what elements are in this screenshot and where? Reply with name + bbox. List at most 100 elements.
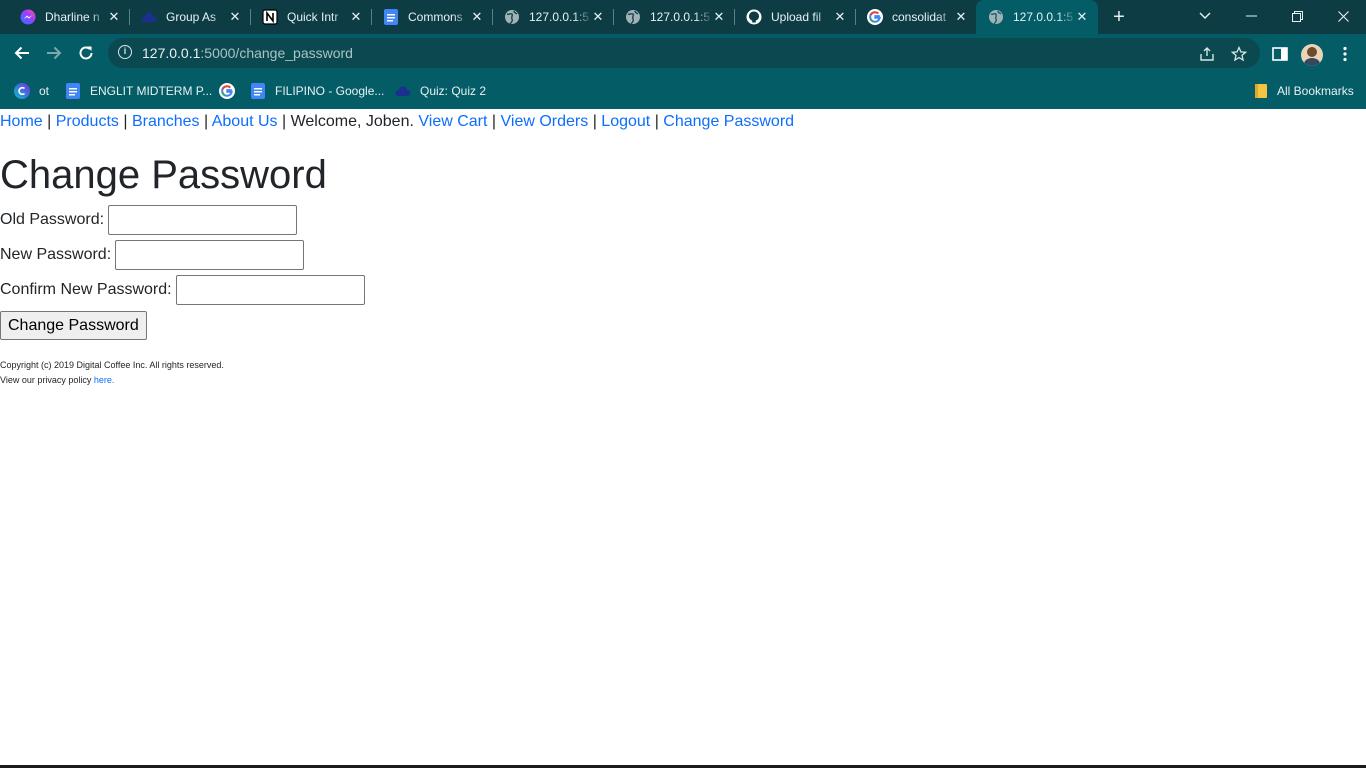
reload-button[interactable]	[73, 40, 99, 66]
nav-separator: |	[204, 113, 209, 130]
bookmark-item[interactable]: Quiz: Quiz 2	[395, 72, 486, 109]
chevron-down-icon	[1199, 12, 1211, 19]
nav-separator: |	[123, 113, 128, 130]
bookmark-item[interactable]	[219, 72, 244, 109]
nav-separator: |	[654, 113, 659, 130]
nav-view-cart-link[interactable]: View Cart	[418, 113, 487, 130]
new-tab-button[interactable]: +	[1108, 6, 1130, 28]
nav-logout-link[interactable]: Logout	[601, 113, 650, 130]
arrow-right-icon	[47, 46, 62, 60]
nav-separator: |	[592, 113, 597, 130]
bookmark-item[interactable]: ENGLIT MIDTERM P...	[65, 72, 212, 109]
minimize-icon	[1245, 15, 1257, 17]
nav-products-link[interactable]: Products	[56, 113, 119, 130]
nav-separator: |	[281, 113, 287, 130]
browser-tab[interactable]: Quick Intr ✕	[242, 0, 372, 34]
tab-title: 127.0.0.1:5	[1013, 10, 1074, 24]
new-password-input[interactable]	[115, 240, 305, 270]
browser-tab[interactable]: Dharline n ✕	[0, 0, 130, 34]
footer: Copyright (c) 2019 Digital Coffee Inc. A…	[0, 358, 224, 388]
close-icon[interactable]: ✕	[590, 9, 606, 25]
github-icon	[746, 9, 762, 25]
url-text[interactable]: 127.0.0.1:5000/change_password	[142, 45, 353, 61]
close-icon[interactable]: ✕	[711, 9, 727, 25]
side-panel-icon[interactable]	[1270, 44, 1290, 64]
site-info-icon[interactable]: i	[118, 45, 132, 59]
profile-avatar[interactable]	[1301, 44, 1323, 66]
privacy-line: View our privacy policy here.	[0, 373, 224, 388]
cloud-icon	[141, 9, 157, 25]
close-window-button[interactable]	[1320, 0, 1366, 32]
restore-icon	[1291, 10, 1303, 22]
browser-toolbar: i 127.0.0.1:5000/change_password	[0, 34, 1366, 72]
reload-icon	[79, 46, 93, 60]
privacy-text: View our privacy policy	[0, 375, 92, 385]
minimize-button[interactable]	[1228, 0, 1274, 32]
google-docs-icon	[383, 9, 399, 25]
bookmark-item[interactable]: ot	[14, 72, 49, 109]
copyright-text: Copyright (c) 2019 Digital Coffee Inc. A…	[0, 360, 224, 370]
browser-tab[interactable]: 127.0.0.1:5 ✕	[605, 0, 735, 34]
browser-tab[interactable]: 127.0.0.1:5 ✕	[484, 0, 614, 34]
site-nav: Home | Products | Branches | About Us | …	[0, 112, 794, 132]
old-password-label: Old Password:	[0, 211, 105, 228]
tab-title: Quick Intr	[287, 10, 339, 24]
bookmark-star-icon[interactable]	[1230, 45, 1248, 63]
browser-tab[interactable]: consolidat ✕	[847, 0, 977, 34]
close-icon[interactable]: ✕	[348, 9, 364, 25]
address-bar[interactable]: i 127.0.0.1:5000/change_password	[108, 38, 1260, 68]
tab-title: Upload fil	[771, 10, 822, 24]
forward-button[interactable]	[41, 40, 67, 66]
nav-home-link[interactable]: Home	[0, 113, 43, 130]
bookmark-label: ENGLIT MIDTERM P...	[90, 83, 213, 98]
browser-tab-active[interactable]: 127.0.0.1:5 ✕	[976, 0, 1098, 34]
nav-separator: |	[491, 113, 497, 130]
close-icon	[1337, 10, 1349, 22]
tab-title: Dharline n	[45, 10, 100, 24]
tab-title: Commons	[408, 10, 463, 24]
folder-icon	[1253, 83, 1269, 99]
restore-button[interactable]	[1274, 0, 1320, 32]
old-password-input[interactable]	[108, 205, 298, 235]
share-icon[interactable]	[1198, 45, 1216, 63]
tab-search-button[interactable]	[1182, 0, 1228, 32]
change-password-button[interactable]: Change Password	[0, 311, 147, 340]
close-icon[interactable]: ✕	[953, 9, 969, 25]
menu-kebab-icon[interactable]	[1335, 44, 1355, 64]
google-icon	[219, 82, 235, 99]
close-icon[interactable]: ✕	[469, 9, 485, 25]
page-content: Home | Products | Branches | About Us | …	[0, 109, 1366, 768]
arrow-left-icon	[14, 46, 29, 60]
welcome-text: Welcome, Joben.	[290, 113, 414, 130]
browser-tab[interactable]: Group As ✕	[121, 0, 251, 34]
back-button[interactable]	[9, 40, 35, 66]
old-password-row: Old Password:	[0, 205, 298, 235]
confirm-password-input[interactable]	[175, 275, 365, 305]
google-docs-icon	[65, 82, 81, 99]
privacy-link[interactable]: here.	[94, 375, 115, 385]
close-icon[interactable]: ✕	[227, 9, 243, 25]
nav-view-orders-link[interactable]: View Orders	[501, 113, 589, 130]
close-icon[interactable]: ✕	[1074, 9, 1090, 25]
all-bookmarks-button[interactable]: All Bookmarks	[1253, 72, 1354, 109]
confirm-password-row: Confirm New Password:	[0, 275, 365, 305]
url-path: :5000/change_password	[200, 45, 353, 61]
canva-icon	[14, 82, 30, 99]
browser-tab[interactable]: Upload fil ✕	[726, 0, 856, 34]
nav-about-link[interactable]: About Us	[212, 113, 278, 130]
close-icon[interactable]: ✕	[832, 9, 848, 25]
page-title: Change Password	[0, 153, 327, 197]
close-icon[interactable]: ✕	[106, 9, 122, 25]
notion-icon	[262, 9, 278, 25]
google-docs-icon	[250, 82, 266, 99]
nav-branches-link[interactable]: Branches	[132, 113, 200, 130]
browser-tab[interactable]: Commons ✕	[363, 0, 493, 34]
url-host: 127.0.0.1	[142, 45, 201, 61]
nav-change-password-link[interactable]: Change Password	[663, 113, 794, 130]
tab-title: 127.0.0.1:5	[529, 10, 590, 24]
globe-icon	[988, 9, 1004, 25]
bookmark-item[interactable]: FILIPINO - Google...	[250, 72, 384, 109]
globe-icon	[625, 9, 641, 25]
all-bookmarks-label: All Bookmarks	[1277, 83, 1354, 98]
tab-title: 127.0.0.1:5	[650, 10, 711, 24]
